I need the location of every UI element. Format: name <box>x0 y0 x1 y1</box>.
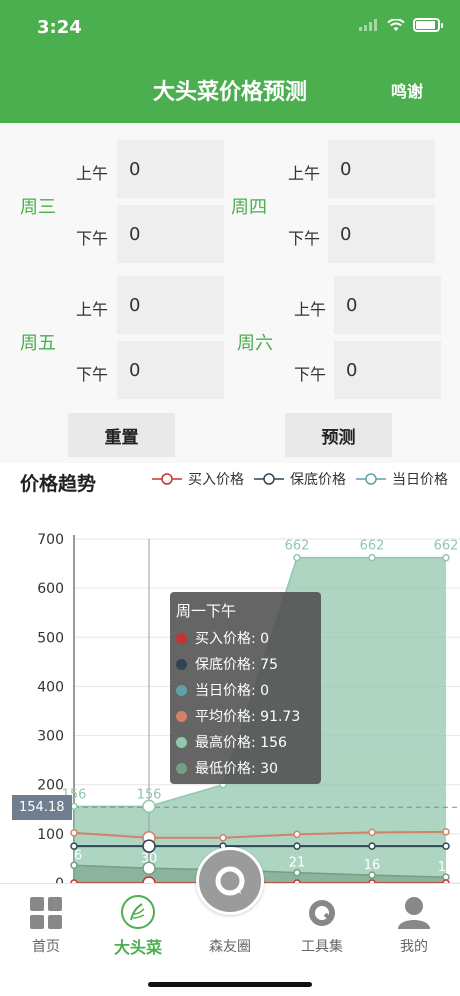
tab-home[interactable]: 首页 <box>6 884 86 964</box>
chart-tooltip: 周一下午 买入价格: 0 保底价格: 75 当日价格: 0 平均价格: 91.7… <box>170 592 321 784</box>
y-tick-label: 0 <box>55 876 64 883</box>
thu-am-input[interactable] <box>328 140 435 198</box>
avg-price-point <box>442 828 450 836</box>
y-tick-label: 100 <box>37 827 64 843</box>
min-price-label: 12 <box>438 860 455 875</box>
wed-am-input[interactable] <box>117 140 224 198</box>
y-tick-label: 500 <box>37 630 64 646</box>
tooltip-row: 买入价格: 0 <box>176 625 315 651</box>
tab-turnip[interactable]: 大头菜 <box>98 884 178 964</box>
y-tick-label: 700 <box>37 532 64 548</box>
tab-mine[interactable]: 我的 <box>374 884 454 964</box>
tab-label: 大头菜 <box>113 938 162 957</box>
tab-label: 首页 <box>32 939 60 955</box>
tooltip-dot <box>176 762 187 774</box>
y-tick-label: 600 <box>37 581 64 597</box>
thanks-button[interactable]: 鸣谢 <box>391 78 423 102</box>
tooltip-dot <box>176 684 187 696</box>
fri-am-input[interactable] <box>117 276 224 334</box>
battery-icon <box>413 18 443 32</box>
floor-price-point <box>442 842 450 850</box>
y-tick-label: 300 <box>37 729 64 745</box>
status-icons <box>359 18 443 32</box>
predict-button[interactable]: 预测 <box>285 413 392 457</box>
tab-label: 森友圈 <box>209 939 251 955</box>
am-label: 上午 <box>76 300 109 319</box>
pm-label: 下午 <box>76 229 109 248</box>
grid-icon <box>30 897 62 929</box>
pm-label: 下午 <box>76 365 109 384</box>
tooltip-row: 最低价格: 30 <box>176 755 315 781</box>
day-label-thu: 周四 <box>231 197 267 218</box>
max-price-point <box>442 553 450 562</box>
app-header: 3:24 大头菜价格预测 鸣谢 <box>0 0 460 123</box>
max-price-point <box>293 553 301 562</box>
tooltip-row-text: 保底价格: 75 <box>195 657 278 673</box>
max-price-label: 156 <box>137 787 162 802</box>
tooltip-dot <box>176 710 187 722</box>
price-input-form: 周三 上午 下午 周四 上午 下午 周五 上午 下午 周六 上午 下午 重置 预… <box>0 123 460 463</box>
min-price-label: 30 <box>141 851 158 866</box>
max-price-label: 662 <box>360 539 385 554</box>
wed-pm-input[interactable] <box>117 205 224 263</box>
avg-price-point <box>70 829 78 837</box>
max-price-label: 662 <box>434 539 459 554</box>
search-icon <box>309 900 335 926</box>
am-label: 上午 <box>294 300 327 319</box>
tab-tools[interactable]: 工具集 <box>282 884 362 964</box>
fri-pm-input[interactable] <box>117 341 224 399</box>
day-label-fri: 周五 <box>20 333 56 354</box>
chat-icon <box>215 866 245 896</box>
turnip-icon <box>121 895 155 929</box>
floor-price-point <box>368 842 376 850</box>
max-price-point <box>368 553 376 562</box>
wifi-icon <box>387 18 405 31</box>
avg-price-point <box>293 830 301 839</box>
sat-pm-input[interactable] <box>334 341 441 399</box>
tooltip-row-text: 平均价格: 91.73 <box>195 709 301 725</box>
max-price-label: 662 <box>285 539 310 554</box>
tooltip-dot <box>176 658 187 670</box>
tooltip-title: 周一下午 <box>176 602 237 620</box>
tooltip-row-text: 最低价格: 30 <box>195 761 278 777</box>
max-price-point <box>70 802 78 811</box>
min-price-label: 21 <box>289 856 306 871</box>
y-tick-label: 200 <box>37 778 64 794</box>
thu-pm-input[interactable] <box>328 205 435 263</box>
am-label: 上午 <box>288 164 321 183</box>
avg-price-point <box>219 834 227 842</box>
home-indicator <box>148 982 312 987</box>
tab-label: 工具集 <box>301 939 343 955</box>
day-label-sat: 周六 <box>237 333 273 354</box>
pm-label: 下午 <box>288 229 321 248</box>
min-price-label: 36 <box>66 848 83 863</box>
tooltip-dot <box>176 736 187 748</box>
tooltip-row: 当日价格: 0 <box>176 677 315 703</box>
pm-label: 下午 <box>294 365 327 384</box>
day-label-wed: 周三 <box>20 197 56 218</box>
tooltip-row: 最高价格: 156 <box>176 729 315 755</box>
status-time: 3:24 <box>37 17 82 38</box>
user-icon <box>398 897 430 929</box>
tooltip-row-text: 最高价格: 156 <box>195 735 287 751</box>
tooltip-row-text: 买入价格: 0 <box>195 631 270 647</box>
cursor-value-label: 154.18 <box>12 795 72 820</box>
avg-price-point <box>368 828 376 837</box>
moments-center-button[interactable] <box>196 847 264 915</box>
signal-icon <box>359 19 377 31</box>
tooltip-dot <box>176 632 187 644</box>
am-label: 上午 <box>76 164 109 183</box>
sat-am-input[interactable] <box>334 276 441 334</box>
tooltip-row: 平均价格: 91.73 <box>176 703 315 729</box>
y-tick-label: 400 <box>37 679 64 695</box>
tooltip-row: 保底价格: 75 <box>176 651 315 677</box>
tooltip-row-text: 当日价格: 0 <box>195 683 270 699</box>
tab-label: 我的 <box>400 939 428 955</box>
min-price-label: 16 <box>364 858 381 873</box>
floor-price-point <box>293 842 301 850</box>
reset-button[interactable]: 重置 <box>68 413 175 457</box>
